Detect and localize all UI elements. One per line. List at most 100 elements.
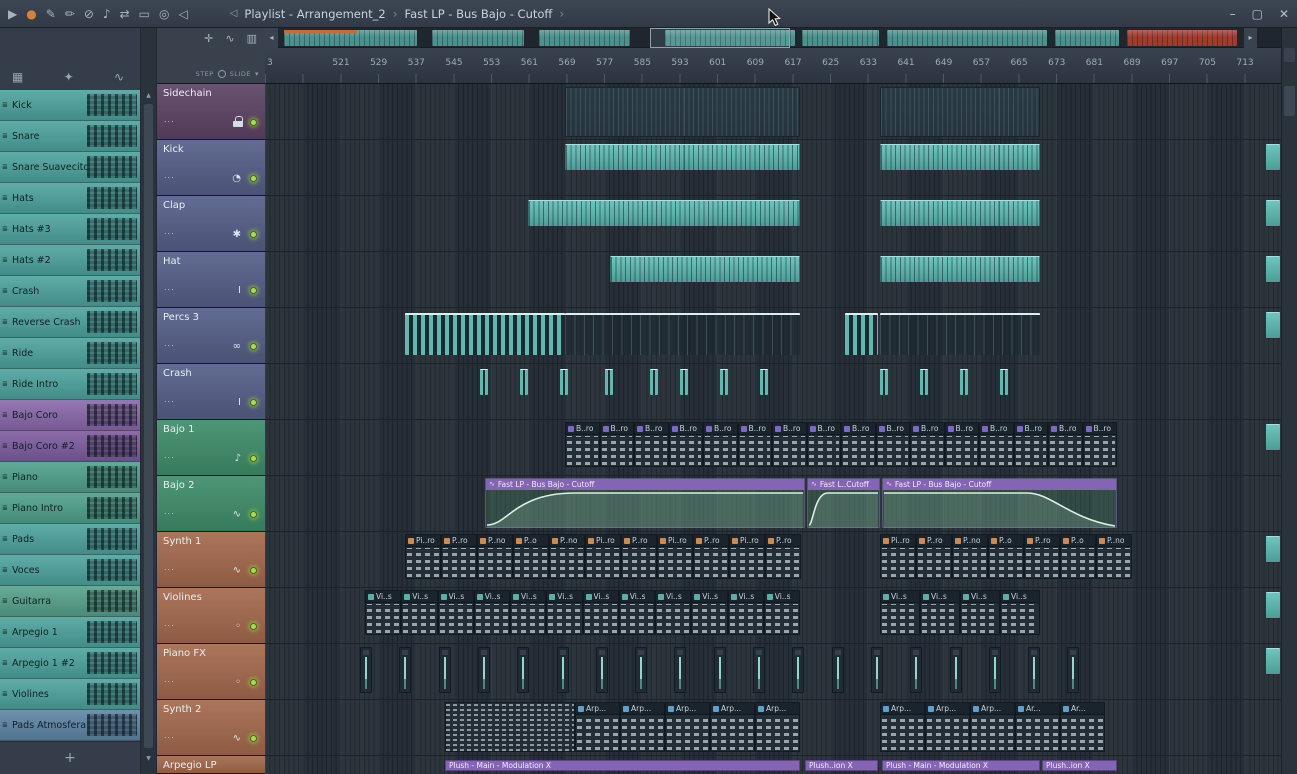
scrollbar-top-button[interactable] bbox=[1284, 48, 1295, 62]
timeline-ruler[interactable]: 3521529537545553561569577585593601609617… bbox=[265, 48, 1281, 84]
fx-mini-clip[interactable] bbox=[714, 647, 726, 693]
pattern-item[interactable]: ≣Arpegio 1 bbox=[0, 617, 140, 648]
track-enable-led[interactable] bbox=[250, 567, 257, 574]
pattern-clip[interactable]: Vi..s bbox=[655, 590, 691, 635]
track-enable-led[interactable] bbox=[250, 343, 257, 350]
snap-magnet-icon[interactable]: ✛ bbox=[204, 33, 213, 44]
perc-pattern-clip[interactable] bbox=[565, 313, 800, 355]
crash-hit-clip[interactable] bbox=[960, 369, 968, 395]
perc-pattern-clip[interactable] bbox=[845, 313, 878, 355]
pattern-clip[interactable]: Vi..s bbox=[546, 590, 582, 635]
crash-hit-clip[interactable] bbox=[480, 369, 488, 395]
pattern-clip[interactable]: B..ro bbox=[565, 422, 600, 467]
maximize-button[interactable]: ▢ bbox=[1252, 8, 1263, 20]
fx-mini-clip[interactable] bbox=[1028, 647, 1040, 693]
pattern-item[interactable]: ≣Ride bbox=[0, 338, 140, 369]
track-enable-led[interactable] bbox=[250, 735, 257, 742]
track-header[interactable]: Percs 3...∞ bbox=[157, 308, 265, 364]
fx-mini-clip[interactable] bbox=[989, 647, 1001, 693]
pattern-clip[interactable]: Vi..s bbox=[619, 590, 655, 635]
pattern-clip[interactable]: B..ro bbox=[669, 422, 704, 467]
beam-icon[interactable]: I bbox=[238, 397, 241, 408]
automation-clip[interactable]: ∿Fast LP - Bus Bajo - Cutoff bbox=[882, 478, 1117, 528]
fx-mini-clip[interactable] bbox=[360, 647, 372, 693]
playlist-track-lane[interactable] bbox=[265, 252, 1281, 308]
fx-mini-clip[interactable] bbox=[910, 647, 922, 693]
pattern-clip[interactable]: B..ro bbox=[945, 422, 980, 467]
pattern-clip[interactable]: Vi..s bbox=[960, 590, 1000, 635]
track-enable-led[interactable] bbox=[250, 455, 257, 462]
pattern-clip[interactable]: P..ro bbox=[1024, 534, 1060, 579]
pattern-item[interactable]: ≣Hats bbox=[0, 183, 140, 214]
overview-minimap[interactable] bbox=[279, 28, 1244, 48]
track-enable-led[interactable] bbox=[250, 399, 257, 406]
pattern-clip[interactable]: Arp... bbox=[575, 702, 620, 752]
pattern-clip[interactable]: Vi..s bbox=[728, 590, 764, 635]
delete-tool-icon[interactable]: ⊘ bbox=[84, 8, 94, 20]
mute-tool-icon[interactable]: ♪ bbox=[103, 8, 111, 20]
pattern-clip[interactable]: Ar... bbox=[1060, 702, 1105, 752]
track-header[interactable]: Clap...✱ bbox=[157, 196, 265, 252]
pattern-clip[interactable]: B..ro bbox=[738, 422, 773, 467]
muted-clip[interactable] bbox=[565, 87, 800, 137]
track-header[interactable]: Bajo 1...♪ bbox=[157, 420, 265, 476]
pattern-clip[interactable]: Ar... bbox=[1015, 702, 1060, 752]
wave-icon[interactable]: ∿ bbox=[233, 733, 241, 744]
pattern-item[interactable]: ≣Hats #2 bbox=[0, 245, 140, 276]
pattern-clip[interactable]: Vi..s bbox=[583, 590, 619, 635]
fx-mini-clip[interactable] bbox=[439, 647, 451, 693]
pattern-clip[interactable]: P..no bbox=[477, 534, 513, 579]
pattern-item[interactable]: ≣Voces bbox=[0, 555, 140, 586]
pattern-clip[interactable]: Vi..s bbox=[764, 590, 800, 635]
track-header[interactable]: Bajo 2...∿ bbox=[157, 476, 265, 532]
clip-fragment[interactable] bbox=[1266, 536, 1280, 562]
crash-hit-clip[interactable] bbox=[560, 369, 568, 395]
playlist-scrollbar-thumb[interactable] bbox=[1284, 86, 1295, 116]
pattern-clip[interactable]: Arp... bbox=[970, 702, 1015, 752]
clip-fragment[interactable] bbox=[1266, 144, 1280, 170]
pattern-clip[interactable]: Vi..s bbox=[401, 590, 437, 635]
vertical-scrollbar[interactable] bbox=[1281, 28, 1297, 774]
automation-clip[interactable]: ∿Fast LP - Bus Bajo - Cutoff bbox=[485, 478, 805, 528]
track-enable-led[interactable] bbox=[250, 511, 257, 518]
pattern-clip[interactable]: Vi..s bbox=[365, 590, 401, 635]
playlist-track-lane[interactable] bbox=[265, 364, 1281, 420]
track-enable-led[interactable] bbox=[250, 623, 257, 630]
automation-clip-header[interactable]: Plush - Main - Modulation X bbox=[445, 760, 800, 771]
scroll-right-button[interactable]: ▸ bbox=[1244, 28, 1257, 48]
fx-mini-clip[interactable] bbox=[674, 647, 686, 693]
playlist-grid[interactable]: B..roB..roB..roB..roB..roB..roB..roB..ro… bbox=[265, 84, 1281, 774]
thumb-icon[interactable]: ✱ bbox=[233, 229, 241, 240]
pattern-clip[interactable]: Vi..s bbox=[510, 590, 546, 635]
pattern-item[interactable]: ≣Pads bbox=[0, 524, 140, 555]
fx-mini-clip[interactable] bbox=[1067, 647, 1079, 693]
playlist-track-lane[interactable] bbox=[265, 84, 1281, 140]
track-enable-led[interactable] bbox=[250, 119, 257, 126]
pattern-clip[interactable]: P..no bbox=[1096, 534, 1132, 579]
automation-clip-header[interactable]: Plush..ion X bbox=[805, 760, 878, 771]
fx-mini-clip[interactable] bbox=[478, 647, 490, 693]
pattern-list-scrollbar[interactable]: ▲ ▼ bbox=[140, 28, 157, 774]
pattern-clip[interactable]: P..no bbox=[952, 534, 988, 579]
drum-pattern-clip[interactable] bbox=[880, 256, 1040, 282]
play-icon[interactable]: ▶ bbox=[8, 8, 17, 20]
track-enable-led[interactable] bbox=[250, 679, 257, 686]
playlist-track-lane[interactable] bbox=[265, 308, 1281, 364]
beam-icon[interactable]: I bbox=[238, 285, 241, 296]
picker-grid-icon[interactable]: ▥ bbox=[247, 33, 257, 44]
pattern-item[interactable]: ≣Guitarra bbox=[0, 586, 140, 617]
pattern-clip[interactable]: P..o bbox=[988, 534, 1024, 579]
perc-pattern-clip[interactable] bbox=[405, 313, 565, 355]
paint-tool-icon[interactable]: ✏ bbox=[65, 8, 75, 20]
fx-mini-clip[interactable] bbox=[399, 647, 411, 693]
track-header[interactable]: Synth 2...∿ bbox=[157, 700, 265, 756]
pattern-clip[interactable]: B..ro bbox=[910, 422, 945, 467]
fx-mini-clip[interactable] bbox=[596, 647, 608, 693]
playlist-track-lane[interactable]: ∿Fast LP - Bus Bajo - Cutoff∿Fast L..Cut… bbox=[265, 476, 1281, 532]
drum-pattern-clip[interactable] bbox=[880, 200, 1040, 226]
track-header[interactable]: Piano FX...◦ bbox=[157, 644, 265, 700]
pattern-clip[interactable]: B..ro bbox=[1048, 422, 1083, 467]
track-header[interactable]: Synth 1...∿ bbox=[157, 532, 265, 588]
pattern-item[interactable]: ≣Snare bbox=[0, 121, 140, 152]
pattern-clip[interactable]: B..ro bbox=[1014, 422, 1049, 467]
